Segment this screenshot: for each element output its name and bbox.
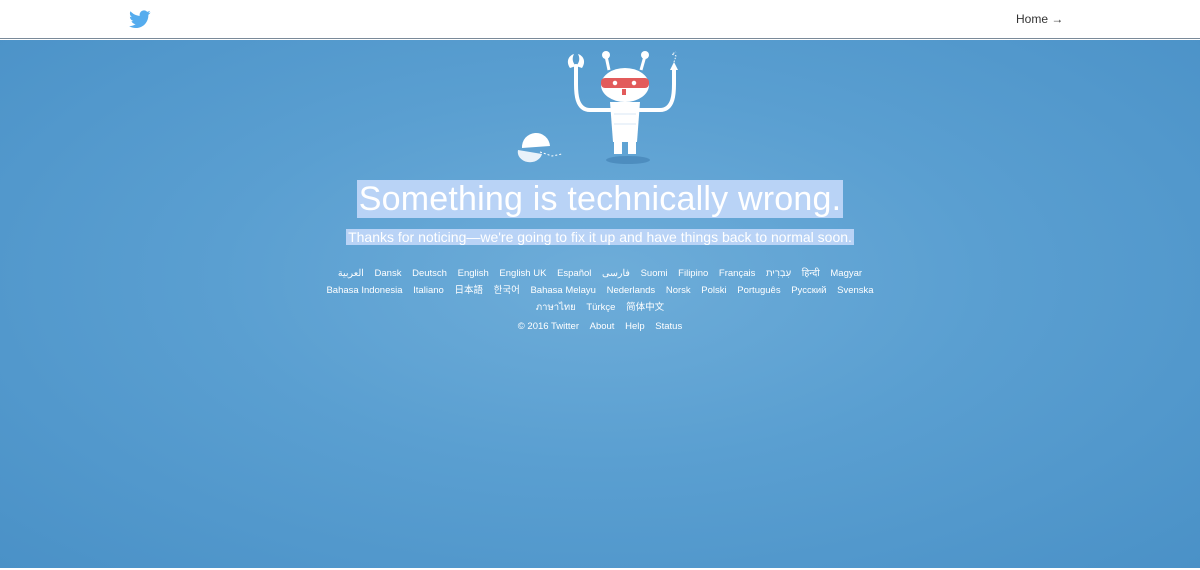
language-link[interactable]: Magyar [830, 268, 862, 279]
footer: © 2016 Twitter About Help Status [0, 321, 1200, 332]
language-link[interactable]: Polski [701, 285, 726, 296]
language-link[interactable]: فارسی [602, 268, 630, 279]
robot-illustration [517, 51, 678, 164]
twitter-bird-icon[interactable] [129, 10, 151, 29]
language-link[interactable]: Dansk [375, 268, 402, 279]
language-link[interactable]: Svenska [837, 285, 873, 296]
language-link[interactable]: Español [557, 268, 591, 279]
language-link[interactable]: Norsk [666, 285, 691, 296]
language-link[interactable]: 简体中文 [626, 302, 664, 313]
about-link[interactable]: About [590, 321, 615, 332]
language-link[interactable]: Français [719, 268, 755, 279]
language-link[interactable]: English [458, 268, 489, 279]
language-link[interactable]: Türkçe [586, 302, 615, 313]
error-page-body: Something is technically wrong. Thanks f… [0, 40, 1200, 568]
cookie-icon [517, 132, 563, 163]
language-list: العربية Dansk Deutsch English English UK… [320, 265, 880, 316]
language-link[interactable]: Nederlands [607, 285, 656, 296]
language-link[interactable]: Filipino [678, 268, 708, 279]
language-link[interactable]: Suomi [641, 268, 668, 279]
language-link[interactable]: Português [737, 285, 780, 296]
language-link[interactable]: Bahasa Melayu [530, 285, 595, 296]
language-link[interactable]: 한국어 [494, 285, 520, 296]
error-headline: Something is technically wrong. [0, 180, 1200, 219]
copyright-text: © 2016 Twitter [517, 321, 579, 332]
language-link[interactable]: Italiano [413, 285, 444, 296]
language-link[interactable]: עִבְרִית [766, 268, 791, 279]
status-link[interactable]: Status [655, 321, 682, 332]
error-headline-text: Something is technically wrong. [356, 180, 844, 218]
home-link[interactable]: Home → [1016, 12, 1063, 26]
language-link[interactable]: हिन्दी [802, 268, 820, 279]
error-subline: Thanks for noticing—we're going to fix i… [0, 229, 1200, 245]
language-link[interactable]: Deutsch [412, 268, 447, 279]
error-subline-text: Thanks for noticing—we're going to fix i… [346, 229, 854, 245]
language-link[interactable]: Русский [791, 285, 826, 296]
help-link[interactable]: Help [625, 321, 645, 332]
language-link[interactable]: 日本語 [454, 285, 483, 296]
language-link[interactable]: English UK [499, 268, 546, 279]
top-bar: Home → [0, 0, 1200, 39]
language-link[interactable]: Bahasa Indonesia [326, 285, 402, 296]
language-link[interactable]: العربية [338, 268, 364, 279]
language-link[interactable]: ภาษาไทย [536, 302, 576, 313]
